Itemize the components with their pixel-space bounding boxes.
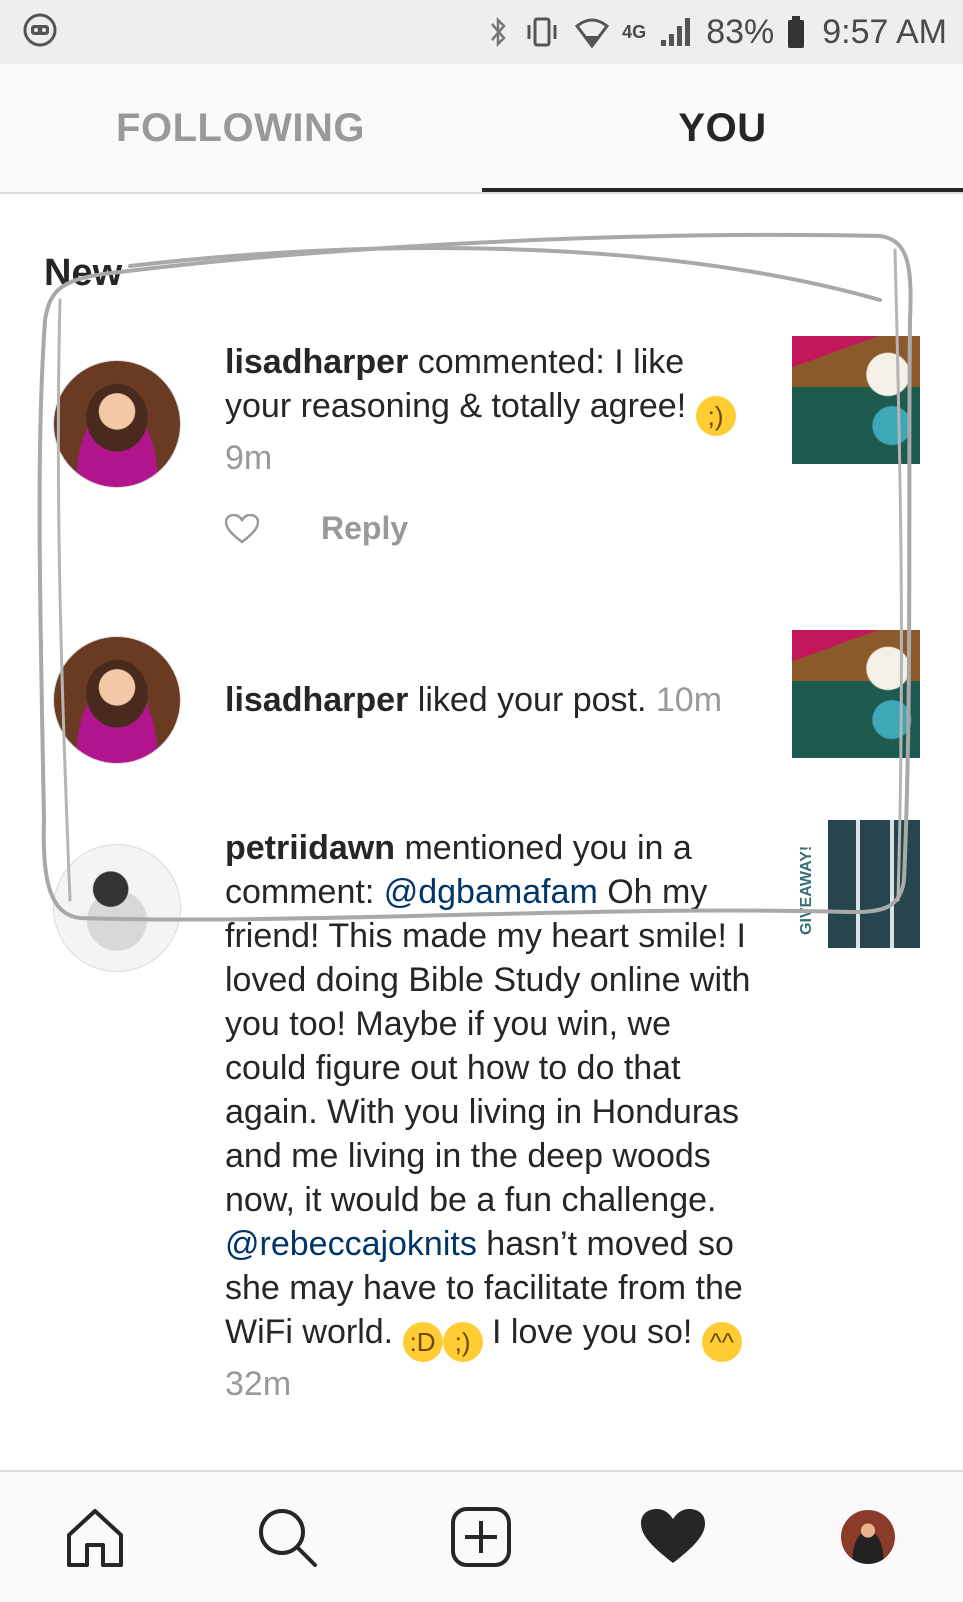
timestamp: 32m — [225, 1365, 292, 1403]
activity-button[interactable] — [638, 1502, 708, 1572]
notification-text: lisadharper liked your post. 10m — [225, 678, 785, 722]
clock: 9:57 AM — [822, 12, 947, 51]
tab-following[interactable]: FOLLOWING — [0, 64, 481, 192]
add-post-icon — [451, 1507, 511, 1567]
giveaway-label: GIVEAWAY! — [798, 845, 815, 935]
mention-link[interactable]: @dgbamafam — [384, 873, 598, 911]
hugging-face-icon: ^^ — [701, 1322, 742, 1362]
timestamp: 9m — [225, 439, 273, 477]
avatar[interactable] — [53, 844, 181, 972]
username[interactable]: petriidawn — [225, 829, 395, 867]
post-thumbnail[interactable]: GIVEAWAY! — [792, 820, 920, 948]
heart-outline-icon[interactable] — [225, 513, 259, 544]
home-icon — [67, 1509, 123, 1567]
network-type: 4G — [622, 21, 647, 42]
activity-tabs: FOLLOWING YOU — [0, 64, 963, 194]
avatar[interactable] — [53, 360, 181, 488]
profile-button[interactable] — [833, 1502, 903, 1572]
post-thumbnail[interactable] — [792, 336, 920, 464]
app-notification-icon — [22, 12, 58, 48]
username[interactable]: lisadharper — [225, 343, 408, 381]
signal-icon — [661, 18, 691, 46]
notification-body: Oh my friend! This made my heart smile! … — [225, 873, 751, 1219]
search-button[interactable] — [252, 1502, 322, 1572]
reply-button[interactable]: Reply — [321, 510, 408, 547]
notification-text: petriidawn mentioned you in a comment: @… — [225, 826, 755, 1406]
notification-body: liked your post. — [408, 681, 656, 719]
home-button[interactable] — [60, 1502, 130, 1572]
comment-actions: Reply — [225, 510, 408, 547]
winking-face-icon: ;) — [695, 396, 736, 436]
status-bar: 4G 83% 9:57 AM — [0, 0, 963, 64]
avatar — [841, 1510, 895, 1564]
bottom-navigation — [0, 1470, 963, 1602]
mention-link[interactable]: @rebeccajoknits — [225, 1225, 477, 1263]
tab-you[interactable]: YOU — [482, 64, 963, 192]
status-icons: 4G 83% 9:57 AM — [486, 0, 947, 64]
search-icon — [259, 1509, 317, 1567]
timestamp: 10m — [655, 681, 723, 719]
notification-body: I love you so! — [482, 1313, 702, 1351]
avatar[interactable] — [53, 636, 181, 764]
notification-text: lisadharper commented: I like your reaso… — [225, 340, 755, 480]
vibrate-icon — [527, 17, 557, 47]
active-tab-indicator — [482, 188, 963, 192]
section-title: New — [44, 252, 123, 294]
winking-face-icon: ;) — [442, 1322, 483, 1362]
username[interactable]: lisadharper — [225, 681, 408, 719]
battery-icon — [788, 16, 805, 48]
post-thumbnail[interactable] — [792, 630, 920, 758]
wifi-icon — [575, 18, 610, 49]
face-with-tears-of-joy-icon: :D — [402, 1322, 443, 1362]
battery-percent: 83% — [706, 12, 775, 51]
new-post-button[interactable] — [446, 1502, 516, 1572]
bluetooth-icon — [491, 16, 506, 48]
heart-filled-icon — [641, 1509, 705, 1563]
